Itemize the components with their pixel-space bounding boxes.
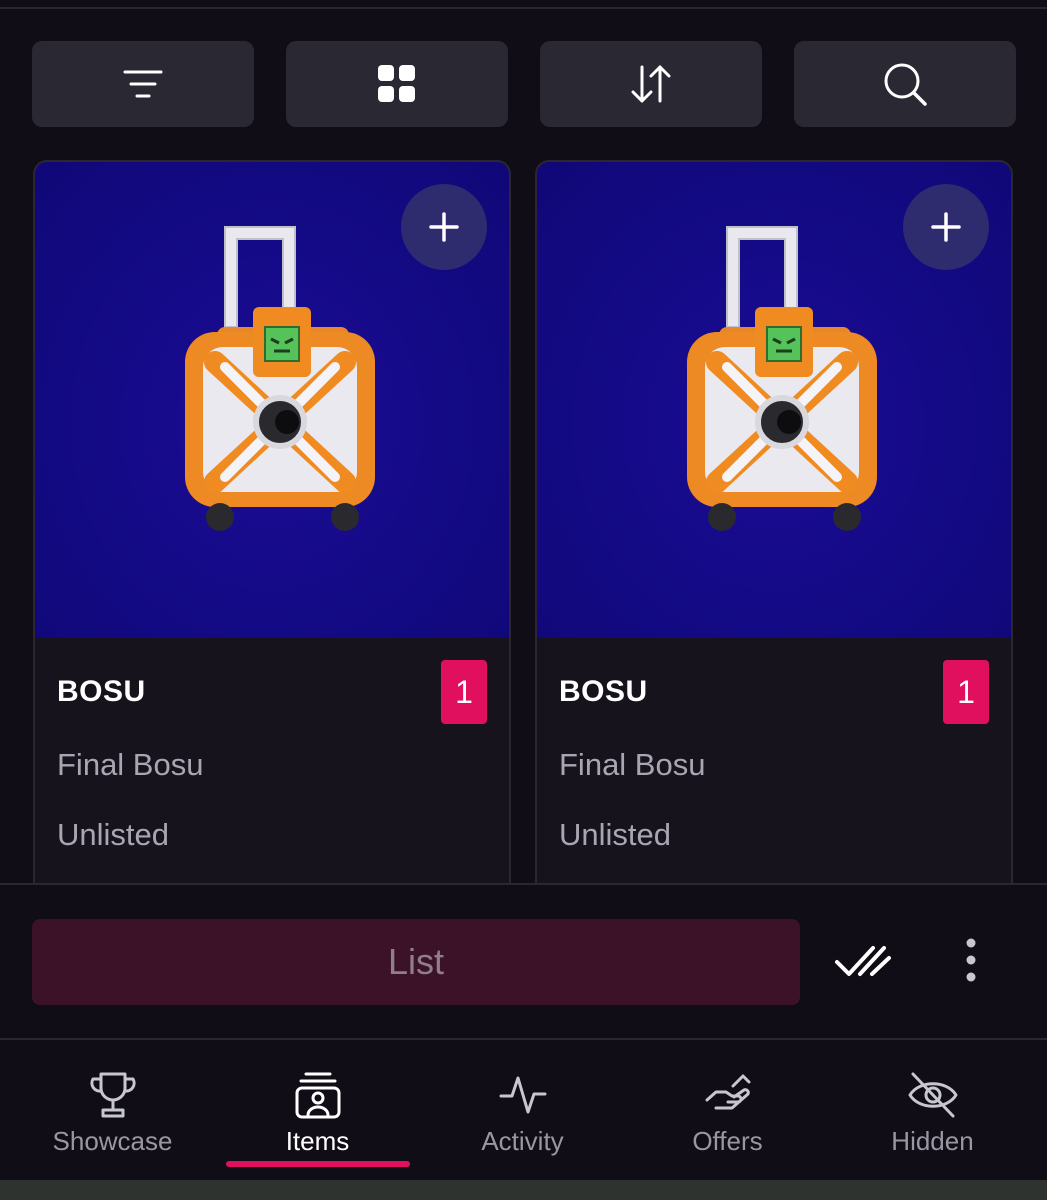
- nav-activity[interactable]: Activity: [420, 1040, 625, 1180]
- sort-icon: [631, 65, 671, 103]
- offer-hand-icon: [705, 1074, 750, 1110]
- quantity-badge: 1: [943, 660, 989, 724]
- nav-items[interactable]: Items: [215, 1040, 420, 1180]
- system-bar: [0, 1180, 1047, 1200]
- item-status: Unlisted: [57, 817, 169, 852]
- add-to-selection-button[interactable]: [401, 184, 487, 270]
- item-collection: Final Bosu: [57, 747, 204, 782]
- more-options-button[interactable]: [958, 935, 984, 990]
- nav-label: Offers: [692, 1126, 763, 1156]
- grid-view-button[interactable]: [286, 41, 508, 127]
- item-image: [35, 162, 509, 638]
- list-button[interactable]: List: [32, 919, 800, 1005]
- nav-showcase[interactable]: Showcase: [10, 1040, 215, 1180]
- filter-button[interactable]: [32, 41, 254, 127]
- nav-label: Items: [285, 1126, 350, 1156]
- item-name: BOSU: [57, 675, 146, 708]
- suitcase-robot-image: [687, 226, 877, 531]
- item-name: BOSU: [559, 675, 648, 708]
- active-tab-indicator: [226, 1161, 410, 1167]
- nav-offers[interactable]: Offers: [625, 1040, 830, 1180]
- trophy-icon: [89, 1072, 136, 1118]
- grid-view-icon: [378, 65, 415, 102]
- item-card[interactable]: BOSU 1 Final Bosu Unlisted: [33, 160, 511, 900]
- select-all-button[interactable]: [834, 940, 892, 989]
- items-stack-icon: [295, 1072, 340, 1119]
- filter-icon: [123, 70, 163, 98]
- activity-pulse-icon: [499, 1076, 546, 1114]
- nav-label: Activity: [481, 1126, 564, 1156]
- suitcase-robot-image: [185, 226, 375, 531]
- vertical-dots-icon: [966, 938, 976, 982]
- eye-off-icon: [908, 1072, 957, 1118]
- plus-icon: [429, 212, 459, 242]
- nav-label: Hidden: [891, 1126, 974, 1156]
- search-icon: [884, 63, 927, 106]
- sort-button[interactable]: [540, 41, 762, 127]
- toolbar: [32, 41, 1016, 127]
- action-bar: List: [0, 883, 1047, 1038]
- add-to-selection-button[interactable]: [903, 184, 989, 270]
- top-divider: [0, 7, 1047, 9]
- nav-hidden[interactable]: Hidden: [830, 1040, 1035, 1180]
- plus-icon: [931, 212, 961, 242]
- bottom-nav: Showcase Items Activity Offers Hidden: [0, 1038, 1047, 1180]
- double-check-icon: [835, 946, 891, 976]
- item-card[interactable]: BOSU 1 Final Bosu Unlisted: [535, 160, 1013, 900]
- nav-label: Showcase: [52, 1126, 173, 1156]
- search-button[interactable]: [794, 41, 1016, 127]
- item-status: Unlisted: [559, 817, 671, 852]
- item-image: [537, 162, 1011, 638]
- item-collection: Final Bosu: [559, 747, 706, 782]
- quantity-badge: 1: [441, 660, 487, 724]
